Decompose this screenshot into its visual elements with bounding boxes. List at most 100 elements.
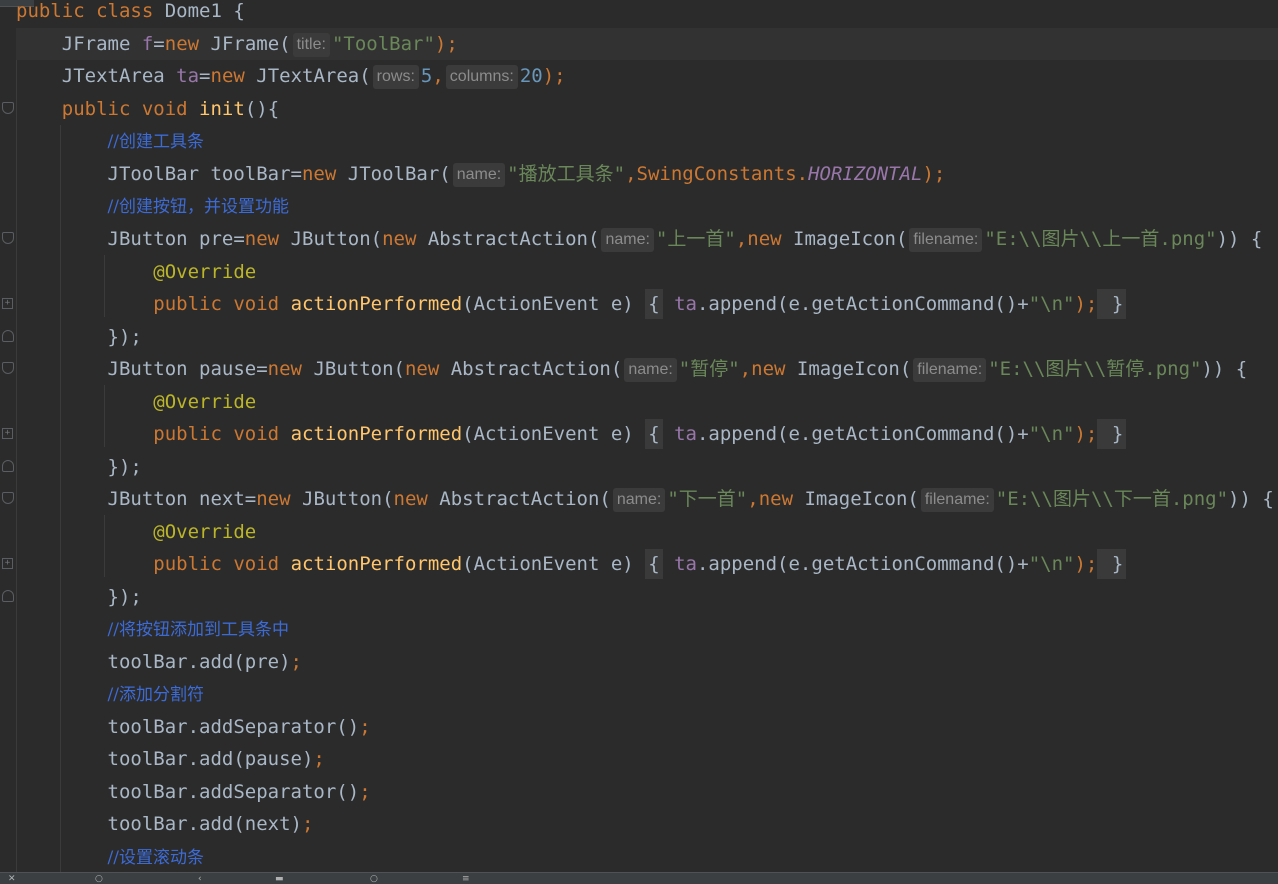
punctuation: ); [542, 65, 566, 87]
method-call: .append(e.getActionCommand()+ [696, 553, 1029, 575]
fold-expand-icon[interactable]: + [2, 558, 13, 569]
fold-close-icon[interactable] [2, 590, 14, 602]
code-line[interactable]: JToolBar toolBar=new JToolBar(name: "播放工具… [16, 158, 945, 190]
operator: = [153, 33, 165, 55]
code-line[interactable]: //创建按钮，并设置功能 [16, 190, 289, 222]
keyword: public void [153, 293, 291, 315]
code-line[interactable]: public void actionPerformed(ActionEvent … [16, 418, 1127, 450]
keyword: public void [61, 98, 200, 120]
punctuation: ; [290, 651, 302, 673]
punctuation: )) { [1201, 358, 1248, 380]
string-literal: "ToolBar" [331, 33, 435, 55]
code-line[interactable]: toolBar.add(pre); [16, 646, 302, 678]
folded-brace[interactable]: { [645, 549, 663, 579]
fold-expand-icon[interactable]: + [2, 428, 13, 439]
folded-brace[interactable]: { [645, 289, 663, 319]
operator: = [199, 65, 211, 87]
code-line[interactable]: //创建工具条 [16, 125, 204, 157]
keyword: new [404, 358, 451, 380]
string-literal: "E:\\图片\\下一首.png" [995, 488, 1229, 510]
folded-brace[interactable]: } [1097, 419, 1127, 449]
annotation: @Override [153, 521, 257, 543]
code-line[interactable]: JButton pre=new JButton(new AbstractActi… [16, 223, 1262, 255]
fold-expand-icon[interactable]: + [2, 298, 13, 309]
field-name: f [141, 33, 154, 55]
constructor-call: JTextArea( [256, 65, 371, 87]
search-icon[interactable]: ○ [95, 875, 105, 884]
code-line[interactable]: public void actionPerformed(ActionEvent … [16, 288, 1127, 320]
keyword: new [747, 228, 794, 250]
folded-brace[interactable]: } [1097, 289, 1127, 319]
number-literal: 20 [519, 65, 543, 87]
keyword: new [256, 488, 302, 510]
fold-close-icon[interactable] [2, 330, 14, 342]
code-line[interactable]: //添加分割符 [16, 678, 204, 710]
folded-brace[interactable]: { [645, 419, 663, 449]
parameter-hint: filename: [920, 488, 994, 512]
constructor-call: JButton( [302, 488, 394, 510]
terminal-icon[interactable]: ▬ [275, 875, 285, 884]
code-line[interactable]: toolBar.addSeparator(); [16, 711, 371, 743]
code-line[interactable]: JButton pause=new JButton(new AbstractAc… [16, 353, 1247, 385]
code-line[interactable]: @Override [16, 516, 256, 548]
fold-close-icon[interactable] [2, 460, 14, 472]
code-line[interactable]: }); [16, 321, 142, 353]
code-line[interactable]: public void init(){ [16, 93, 279, 125]
code-line[interactable]: @Override [16, 256, 256, 288]
code-line[interactable]: JButton next=new JButton(new AbstractAct… [16, 483, 1274, 515]
constructor-call: JButton( [313, 358, 405, 380]
code-line[interactable]: @Override [16, 386, 256, 418]
bottom-toolbar: ✕ ○ ‹ ▬ ○ ≡ [0, 872, 1278, 884]
punctuation: }); [107, 456, 142, 478]
code-line-current[interactable]: JFrame f=new JFrame(title: "ToolBar"); [16, 28, 1278, 60]
code-line[interactable]: JTextArea ta=new JTextArea(rows: 5, column… [16, 60, 566, 92]
code-editor[interactable]: + + + public class Dome1 { JFrame f=new … [0, 0, 1278, 884]
punctuation: }); [107, 586, 142, 608]
info-icon[interactable]: ○ [370, 875, 380, 884]
fold-open-icon[interactable] [2, 102, 14, 114]
parameter-hint: name: [601, 228, 654, 252]
constructor-call: ImageIcon( [804, 488, 919, 510]
fold-open-icon[interactable] [2, 362, 14, 374]
code-line[interactable]: //将按钮添加到工具条中 [16, 613, 289, 645]
fold-open-icon[interactable] [2, 232, 14, 244]
declaration: JToolBar toolBar= [107, 163, 302, 185]
code-line[interactable]: public void actionPerformed(ActionEvent … [16, 548, 1127, 580]
string-literal: "播放工具条" [507, 163, 626, 185]
code-line[interactable]: toolBar.add(next); [16, 808, 314, 840]
comment: //将按钮添加到工具条中 [107, 620, 289, 640]
fold-open-icon[interactable] [2, 492, 14, 504]
method-name: actionPerformed [290, 293, 463, 315]
field-name: ta [176, 65, 200, 87]
number-literal: 5 [420, 65, 433, 87]
punctuation: ); [1074, 553, 1098, 575]
list-icon[interactable]: ≡ [462, 875, 472, 884]
folded-brace[interactable]: } [1097, 549, 1127, 579]
code-line[interactable]: toolBar.addSeparator(); [16, 776, 371, 808]
method-name: init [199, 98, 245, 120]
punctuation: , [739, 358, 752, 380]
close-icon[interactable]: ✕ [8, 875, 18, 884]
keyword: new [751, 358, 797, 380]
constant: HORIZONTAL [808, 163, 923, 185]
field-name: ta [674, 423, 697, 445]
type-name: JTextArea [61, 65, 177, 87]
punctuation: )) { [1228, 488, 1274, 510]
parameter-list: (ActionEvent e) [462, 423, 646, 445]
code-line[interactable]: }); [16, 451, 142, 483]
code-line[interactable]: }); [16, 581, 142, 613]
keyword: public class [16, 0, 165, 22]
code-line[interactable]: toolBar.add(pause); [16, 743, 325, 775]
keyword: public void [153, 553, 291, 575]
arrow-icon[interactable]: ‹ [198, 875, 208, 884]
statement: toolBar.addSeparator() [107, 781, 360, 803]
code-line[interactable]: //设置滚动条 [16, 841, 204, 873]
keyword: public void [153, 423, 291, 445]
code-line[interactable]: public class Dome1 { [16, 0, 245, 27]
declaration: JButton next= [107, 488, 257, 510]
string-literal: "\n" [1028, 423, 1075, 445]
statement: toolBar.add(pause) [107, 748, 314, 770]
comment: //创建按钮，并设置功能 [107, 197, 289, 217]
